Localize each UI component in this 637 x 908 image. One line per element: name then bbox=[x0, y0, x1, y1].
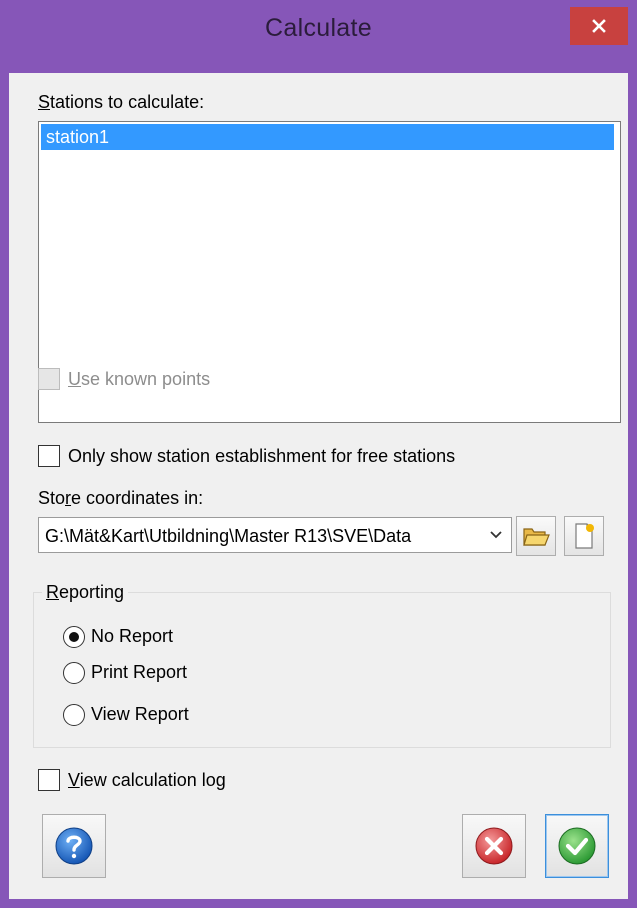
cancel-button[interactable] bbox=[462, 814, 526, 878]
view-log-mnemonic: V bbox=[68, 770, 80, 790]
use-known-points-mnemonic: U bbox=[68, 369, 81, 389]
view-report-label: View Report bbox=[91, 704, 189, 724]
window-title: Calculate bbox=[265, 14, 372, 42]
new-file-icon bbox=[575, 523, 594, 549]
print-report-label: Print Report bbox=[91, 662, 188, 682]
use-known-points-text: se known points bbox=[81, 369, 211, 389]
close-button[interactable] bbox=[570, 7, 628, 45]
dialog-client-area: Stations to calculate: station1 Use know… bbox=[9, 73, 628, 899]
store-label-text-1: Sto bbox=[38, 488, 66, 508]
view-calculation-log-label: View calculation log bbox=[68, 770, 226, 791]
ok-button[interactable] bbox=[545, 814, 609, 878]
close-icon bbox=[592, 19, 606, 33]
title-bar[interactable]: Calculate bbox=[0, 0, 637, 73]
only-free-stations-label: Only show station establishment for free… bbox=[68, 446, 456, 466]
use-known-points-label: Use known points bbox=[68, 369, 210, 390]
use-known-points-checkbox[interactable] bbox=[38, 368, 60, 390]
store-coordinates-label: Store coordinates in: bbox=[38, 488, 203, 509]
help-button[interactable] bbox=[42, 814, 106, 878]
print-report-radio[interactable] bbox=[63, 662, 85, 684]
view-report-radio[interactable] bbox=[63, 704, 85, 726]
reporting-mnemonic: R bbox=[46, 582, 59, 602]
no-report-label: No Report bbox=[91, 626, 174, 646]
combo-dropdown-button[interactable] bbox=[481, 518, 511, 552]
stations-label-mnemonic: S bbox=[38, 92, 51, 112]
only-free-stations-checkbox[interactable] bbox=[38, 445, 60, 467]
chevron-down-icon bbox=[490, 531, 502, 539]
reporting-label-text: eporting bbox=[59, 582, 125, 602]
no-report-radio[interactable] bbox=[63, 626, 85, 648]
help-icon bbox=[55, 827, 93, 865]
browse-folder-button[interactable] bbox=[516, 516, 556, 556]
new-file-button[interactable] bbox=[564, 516, 604, 556]
view-log-text: iew calculation log bbox=[79, 770, 226, 790]
store-coordinates-combobox[interactable]: G:\Mät&Kart\Utbildning\Master R13\SVE\Da… bbox=[38, 517, 512, 553]
store-label-text-2: e coordinates in: bbox=[71, 488, 204, 508]
cancel-icon bbox=[475, 827, 513, 865]
stations-label: Stations to calculate: bbox=[38, 92, 204, 113]
list-item[interactable]: station1 bbox=[41, 124, 614, 150]
folder-open-icon bbox=[523, 528, 550, 546]
reporting-group-label: Reporting bbox=[42, 582, 129, 603]
ok-checkmark-icon bbox=[558, 827, 596, 865]
view-calculation-log-checkbox[interactable] bbox=[38, 769, 60, 791]
store-coordinates-value: G:\Mät&Kart\Utbildning\Master R13\SVE\Da… bbox=[45, 526, 412, 546]
stations-label-text: tations to calculate: bbox=[50, 92, 205, 112]
